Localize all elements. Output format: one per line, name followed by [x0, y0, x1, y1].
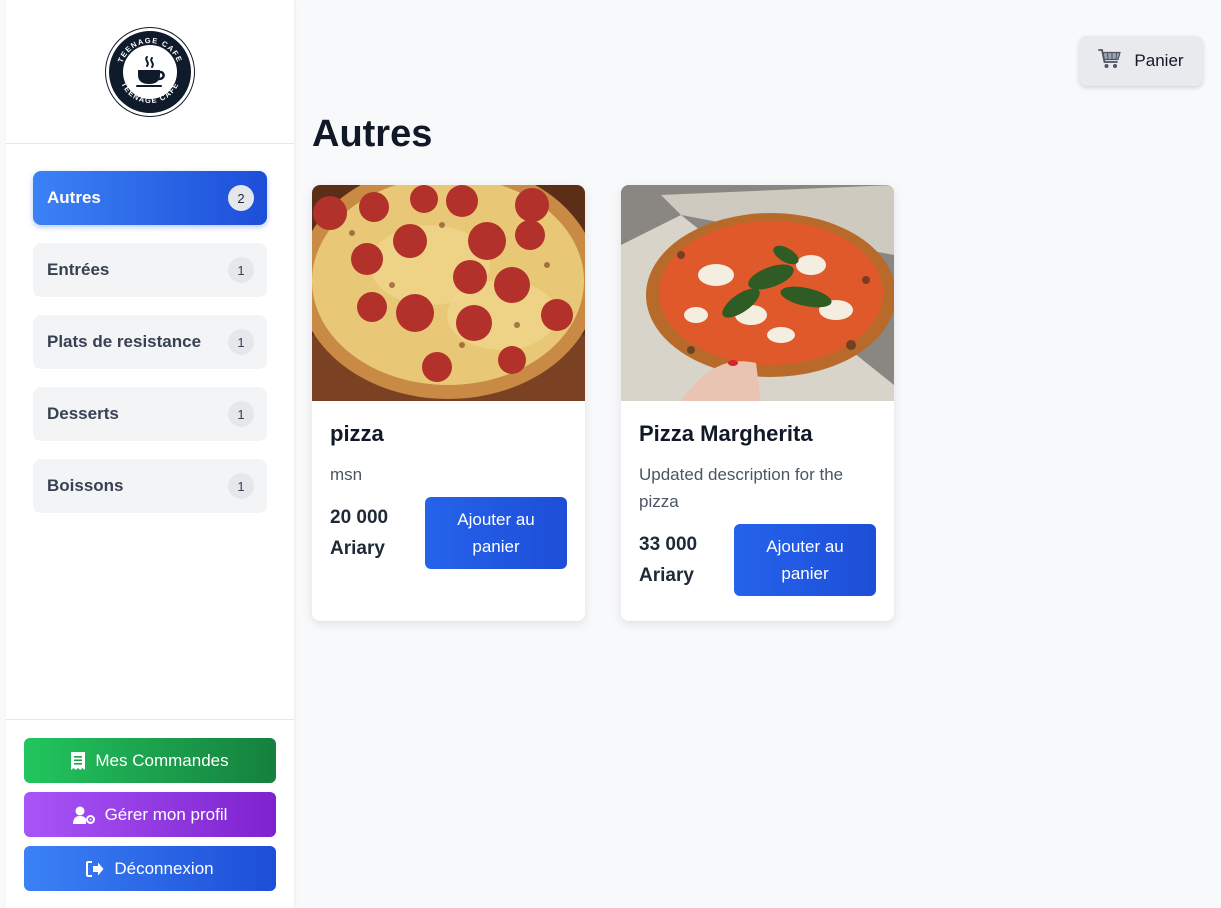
count-badge: 1 — [228, 329, 254, 355]
cart-label: Panier — [1134, 51, 1184, 70]
add-to-cart-button[interactable]: Ajouter au panier — [734, 524, 876, 596]
sidebar: TEENAGE CAFE TEENAGE CAFE Autres 2 Entré… — [6, 0, 294, 908]
manage-profile-button[interactable]: Gérer mon profil — [24, 792, 276, 837]
product-description: Updated description for the pizza — [639, 465, 844, 511]
product-card: pizza msn 20 000 Ariary Ajouter au panie… — [312, 185, 585, 621]
receipt-icon — [71, 751, 86, 770]
my-orders-button[interactable]: Mes Commandes — [24, 738, 276, 783]
product-price: 33 000 Ariary — [639, 534, 698, 586]
sidebar-item-entrees[interactable]: Entrées 1 — [33, 243, 267, 297]
add-to-cart-button[interactable]: Ajouter au panier — [425, 497, 567, 569]
count-badge: 1 — [228, 473, 254, 499]
sidebar-item-label: Boissons — [47, 476, 124, 495]
product-price: 20 000 Ariary — [330, 507, 389, 559]
product-card-body: Pizza Margherita Updated description for… — [621, 401, 894, 596]
count-badge: 1 — [228, 257, 254, 283]
product-description: msn — [330, 465, 363, 484]
sign-out-icon — [86, 860, 104, 877]
sidebar-item-label: Autres — [47, 188, 101, 207]
product-card-body: pizza msn 20 000 Ariary Ajouter au panie… — [312, 401, 585, 569]
shopping-cart-icon — [1098, 48, 1122, 75]
user-gear-icon — [72, 806, 95, 824]
page-title: Autres — [312, 113, 433, 155]
sidebar-item-label: Plats de resistance — [47, 332, 202, 351]
pepperoni-pizza-image — [312, 185, 585, 401]
logo-ring-text: TEENAGE CAFE TEENAGE CAFE — [116, 35, 184, 105]
sidebar-item-label: Desserts — [47, 404, 119, 423]
logo-area: TEENAGE CAFE TEENAGE CAFE — [6, 0, 294, 144]
count-badge: 2 — [228, 185, 254, 211]
product-name: pizza — [330, 421, 384, 446]
my-orders-label: Mes Commandes — [95, 750, 229, 770]
product-card: Pizza Margherita Updated description for… — [621, 185, 894, 621]
svg-text:TEENAGE CAFE: TEENAGE CAFE — [116, 35, 184, 63]
count-badge: 1 — [228, 401, 254, 427]
logout-label: Déconnexion — [114, 858, 214, 878]
sidebar-item-plats-de-resistance[interactable]: Plats de resistance 1 — [33, 315, 267, 369]
sidebar-item-label: Entrées — [47, 260, 110, 279]
sidebar-item-desserts[interactable]: Desserts 1 — [33, 387, 267, 441]
logout-button[interactable]: Déconnexion — [24, 846, 276, 891]
category-nav: Autres 2 Entrées 1 Plats de resistance 1… — [6, 144, 294, 513]
cafe-logo[interactable]: TEENAGE CAFE TEENAGE CAFE — [106, 27, 194, 116]
margherita-pizza-image — [621, 185, 894, 401]
manage-profile-label: Gérer mon profil — [104, 804, 228, 824]
product-footer: 33 000 Ariary Ajouter au panier — [639, 524, 876, 596]
svg-text:TEENAGE CAFE: TEENAGE CAFE — [119, 80, 180, 105]
cart-button[interactable]: Panier — [1079, 36, 1203, 86]
sidebar-item-autres[interactable]: Autres 2 — [33, 171, 267, 225]
sidebar-item-boissons[interactable]: Boissons 1 — [33, 459, 267, 513]
product-footer: 20 000 Ariary Ajouter au panier — [330, 497, 567, 569]
sidebar-actions: Mes Commandes Gérer mon profil Déconnexi… — [6, 719, 294, 908]
product-name: Pizza Margherita — [639, 421, 813, 446]
